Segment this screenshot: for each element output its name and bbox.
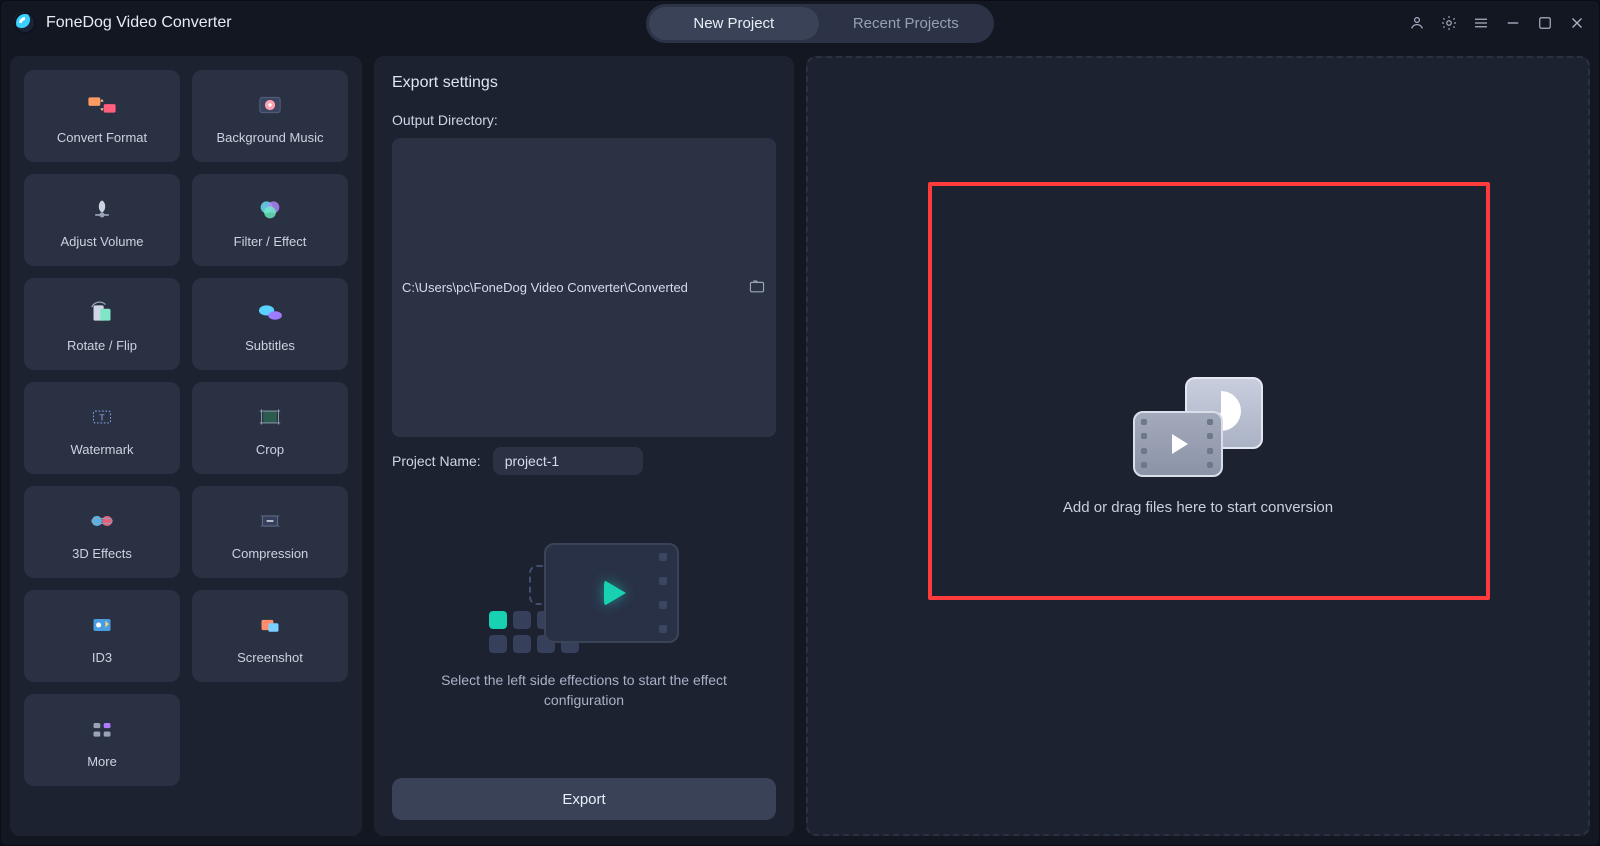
tool-label: More: [87, 754, 117, 769]
svg-text:T: T: [99, 412, 104, 422]
tool-watermark[interactable]: T Watermark: [24, 382, 180, 474]
main-tabs: New Project Recent Projects: [646, 4, 994, 43]
tool-convert-format[interactable]: Convert Format: [24, 70, 180, 162]
adjust-volume-icon: [85, 192, 119, 226]
effect-placeholder-art: [489, 543, 679, 653]
project-name-label: Project Name:: [392, 453, 481, 469]
tool-label: Screenshot: [237, 650, 303, 665]
watermark-icon: T: [85, 400, 119, 434]
highlighted-drop-region: [928, 182, 1490, 600]
tool-subtitles[interactable]: Subtitles: [192, 278, 348, 370]
tool-background-music[interactable]: Background Music: [192, 70, 348, 162]
subtitles-icon: [253, 296, 287, 330]
crop-icon: [253, 400, 287, 434]
play-icon: [604, 580, 626, 606]
body: Convert Format Background Music Adjust V…: [0, 46, 1600, 846]
tool-label: ID3: [92, 650, 112, 665]
settings-icon[interactable]: [1440, 14, 1458, 32]
effect-placeholder: Select the left side effections to start…: [392, 485, 776, 768]
tool-label: Crop: [256, 442, 284, 457]
compression-icon: [253, 504, 287, 538]
project-name-row: Project Name: project-1: [392, 447, 776, 475]
tool-more[interactable]: More: [24, 694, 180, 786]
browse-folder-icon[interactable]: [748, 278, 766, 297]
id3-icon: [85, 608, 119, 642]
close-icon[interactable]: [1568, 14, 1586, 32]
output-dir-label: Output Directory:: [392, 112, 776, 128]
screenshot-icon: [253, 608, 287, 642]
tool-label: Convert Format: [57, 130, 147, 145]
tool-label: Rotate / Flip: [67, 338, 137, 353]
app-window: FoneDog Video Converter New Project Rece…: [0, 0, 1600, 846]
export-button[interactable]: Export: [392, 778, 776, 820]
export-settings-panel: Export settings Output Directory: C:\Use…: [374, 56, 794, 836]
background-music-icon: [253, 88, 287, 122]
export-settings-title: Export settings: [392, 74, 776, 92]
maximize-icon[interactable]: [1536, 14, 1554, 32]
tool-label: Filter / Effect: [234, 234, 307, 249]
brand: FoneDog Video Converter: [14, 12, 232, 34]
tool-filter-effect[interactable]: Filter / Effect: [192, 174, 348, 266]
output-dir-input[interactable]: C:\Users\pc\FoneDog Video Converter\Conv…: [392, 138, 776, 437]
convert-format-icon: [85, 88, 119, 122]
window-actions: [1408, 14, 1586, 32]
tool-3d-effects[interactable]: 3D Effects: [24, 486, 180, 578]
app-title: FoneDog Video Converter: [46, 14, 232, 32]
video-art: [544, 543, 679, 643]
app-logo-icon: [14, 12, 36, 34]
title-bar: FoneDog Video Converter New Project Rece…: [0, 0, 1600, 46]
tools-panel: Convert Format Background Music Adjust V…: [10, 56, 362, 836]
project-name-input[interactable]: project-1: [493, 447, 643, 475]
tool-label: Adjust Volume: [60, 234, 143, 249]
tool-label: 3D Effects: [72, 546, 132, 561]
tool-label: Background Music: [217, 130, 324, 145]
tool-label: Watermark: [70, 442, 133, 457]
drop-area-panel[interactable]: Add or drag files here to start conversi…: [806, 56, 1590, 836]
more-icon: [85, 712, 119, 746]
effect-placeholder-text: Select the left side effections to start…: [434, 671, 734, 710]
tab-recent-projects[interactable]: Recent Projects: [821, 7, 991, 40]
output-dir-value: C:\Users\pc\FoneDog Video Converter\Conv…: [402, 280, 688, 295]
tool-label: Subtitles: [245, 338, 295, 353]
tool-rotate-flip[interactable]: Rotate / Flip: [24, 278, 180, 370]
tool-grid: Convert Format Background Music Adjust V…: [24, 70, 348, 786]
filter-effect-icon: [253, 192, 287, 226]
tool-label: Compression: [232, 546, 309, 561]
tool-id3[interactable]: ID3: [24, 590, 180, 682]
tool-adjust-volume[interactable]: Adjust Volume: [24, 174, 180, 266]
tab-new-project[interactable]: New Project: [649, 7, 819, 40]
account-icon[interactable]: [1408, 14, 1426, 32]
3d-effects-icon: [85, 504, 119, 538]
tool-screenshot[interactable]: Screenshot: [192, 590, 348, 682]
rotate-flip-icon: [85, 296, 119, 330]
tool-crop[interactable]: Crop: [192, 382, 348, 474]
minimize-icon[interactable]: [1504, 14, 1522, 32]
tool-compression[interactable]: Compression: [192, 486, 348, 578]
menu-icon[interactable]: [1472, 14, 1490, 32]
